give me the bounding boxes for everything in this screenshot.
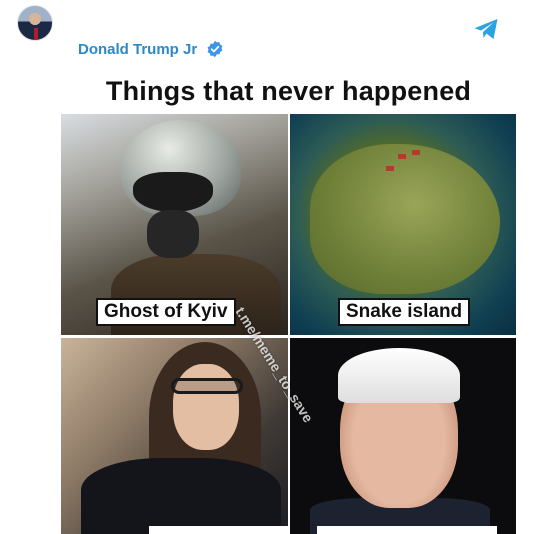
pilot-photo: Ghost of Kyiv — [61, 114, 288, 335]
hair-shape — [338, 348, 460, 403]
author-name[interactable]: Donald Trump Jr — [78, 41, 197, 58]
caption-strip — [317, 526, 497, 534]
telegram-icon[interactable] — [473, 17, 500, 41]
meme-image[interactable]: Things that never happened Ghost of Kyiv… — [61, 70, 516, 534]
avatar-tie-shape — [34, 28, 38, 40]
avatar[interactable] — [17, 5, 53, 41]
president-photo — [290, 338, 516, 534]
meme-title: Things that never happened — [105, 76, 472, 106]
building-roof-shape — [398, 154, 406, 159]
caption-strip — [149, 526, 288, 534]
soldier-face-shape — [173, 364, 239, 450]
pilot-mask-shape — [147, 210, 199, 258]
goggles-shape — [171, 378, 243, 394]
building-roof-shape — [412, 150, 420, 155]
soldier-photo — [61, 338, 288, 534]
telegram-post: Donald Trump Jr Things that never happen… — [0, 0, 551, 534]
verified-badge-icon — [207, 40, 223, 58]
building-roof-shape — [386, 166, 394, 171]
island-shape — [310, 144, 500, 294]
pilot-visor-shape — [133, 172, 213, 212]
caption-snake-island: Snake island — [338, 298, 471, 326]
island-photo: Snake island — [290, 114, 516, 335]
soldier-suit-shape — [81, 458, 281, 534]
meme-grid: Ghost of Kyiv Snake island t.me/meme_to_… — [61, 114, 516, 534]
caption-ghost-of-kyiv: Ghost of Kyiv — [96, 298, 236, 326]
